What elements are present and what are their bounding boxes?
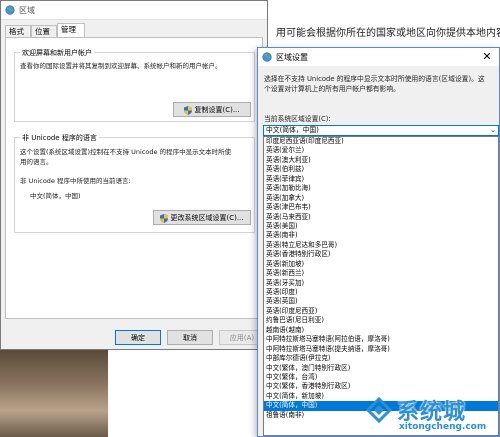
cancel-button[interactable]: 取消: [167, 330, 213, 345]
locale-list-item[interactable]: 越南语(越南): [264, 326, 498, 335]
system-locale-selected-value: 中文(简体，中国): [266, 126, 319, 134]
watermark-logo: [365, 396, 393, 424]
background-page-text: 用可能会根据你所在的国家或地区向你提供本地内容: [276, 28, 500, 39]
system-locale-dropdown[interactable]: 中文(简体，中国) ⌄: [263, 125, 499, 136]
copy-settings-label: 复制设置(C)...: [194, 106, 240, 114]
copy-settings-button[interactable]: 复制设置(C)...: [173, 102, 251, 117]
locale-list-item[interactable]: 英语(美国): [264, 222, 498, 231]
change-system-locale-label: 更改系统区域设置(C)...: [170, 214, 244, 222]
shield-icon: [184, 105, 193, 115]
shield-icon: [160, 213, 169, 223]
tab-administrative[interactable]: 管理: [57, 23, 85, 38]
region-window: 区域 格式 位置 管理 欢迎屏幕和新用户帐户 查看你的国际设置并将其复制到欢迎屏…: [0, 0, 268, 350]
region-settings-window: 区域设置 ✕ 选择在不支持 Unicode 的程序中显示文本时所使用的语言(区域…: [257, 47, 500, 437]
welcome-group: 欢迎屏幕和新用户帐户 查看你的国际设置并将其复制到欢迎屏幕、系统帐户和新的用户帐…: [14, 48, 255, 122]
settings-description-line1: 选择在不支持 Unicode 的程序中显示文本时所使用的语言(区域设置)。这: [264, 75, 485, 83]
administrative-panel: 欢迎屏幕和新用户帐户 查看你的国际设置并将其复制到欢迎屏幕、系统帐户和新的用户帐…: [5, 37, 263, 319]
locale-list-item[interactable]: 中部库尔德语(伊拉克): [264, 354, 498, 363]
unicode-group-text-line2: 用的语言。: [20, 158, 53, 166]
locale-list-item[interactable]: 约鲁巴语(尼日利亚): [264, 316, 498, 325]
chevron-down-icon: ⌄: [490, 126, 496, 134]
locale-list-item[interactable]: 英语(南非): [264, 231, 498, 240]
locale-list-item[interactable]: 英语(特立尼达和多巴哥): [264, 241, 498, 250]
unicode-group: 非 Unicode 程序的语言 这个设置(系统区域设置)控制在不支持 Unico…: [14, 133, 255, 233]
locale-list-item[interactable]: 英语(香港特别行政区): [264, 250, 498, 259]
region-titlebar[interactable]: 区域: [1, 1, 267, 20]
close-button[interactable]: ✕: [475, 48, 499, 66]
locale-list-item[interactable]: 英语(津巴布韦): [264, 203, 498, 212]
background-photo: [0, 350, 108, 437]
globe-icon: [262, 52, 272, 62]
settings-description-line2: 个设置对计算机上的所有用户帐户都有影响。: [264, 85, 400, 93]
locale-list-item[interactable]: 英语(新西兰): [264, 269, 498, 278]
unicode-group-text-line1: 这个设置(系统区域设置)控制在不支持 Unicode 的程序中显示文本时所使: [20, 148, 232, 156]
settings-titlebar[interactable]: 区域设置 ✕: [258, 48, 499, 66]
locale-list-item[interactable]: 英语(加勒比海): [264, 184, 498, 193]
locale-list-item[interactable]: 英语(牙买加): [264, 279, 498, 288]
locale-list-item[interactable]: 英语(伯利兹): [264, 165, 498, 174]
locale-list-item[interactable]: 英语(澳大利亚): [264, 156, 498, 165]
tab-location[interactable]: 位置: [31, 25, 57, 37]
welcome-group-title: 欢迎屏幕和新用户帐户: [20, 48, 94, 58]
locale-list-item[interactable]: 英语(印度): [264, 288, 498, 297]
unicode-group-title: 非 Unicode 程序的语言: [20, 133, 99, 143]
watermark-url: xitongcheng.com: [399, 422, 487, 432]
settings-description: 选择在不支持 Unicode 的程序中显示文本时所使用的语言(区域设置)。这 个…: [264, 74, 496, 94]
locale-list-item[interactable]: 中文(繁体，澳门特别行政区): [264, 364, 498, 373]
globe-icon: [5, 5, 15, 15]
welcome-group-text: 查看你的国际设置并将其复制到欢迎屏幕、系统帐户和新的用户帐户。: [20, 62, 222, 70]
locale-list-item[interactable]: 英语(英国): [264, 297, 498, 306]
change-system-locale-button[interactable]: 更改系统区域设置(C)...: [153, 210, 251, 225]
locale-list-item[interactable]: 英语(马来西亚): [264, 213, 498, 222]
current-language-label: 非 Unicode 程序中所使用的当前语言:: [20, 177, 131, 185]
watermark: 系统城 xitongcheng.com: [365, 394, 495, 434]
locale-list-item[interactable]: 英语(爱尔兰): [264, 146, 498, 155]
current-language-value: 中文(简体，中国): [30, 192, 81, 200]
locale-list-item[interactable]: 中阿特拉斯塔马塞特语(提夫纳语，摩洛哥): [264, 345, 498, 354]
tab-formats[interactable]: 格式: [5, 25, 31, 37]
locale-list-item[interactable]: 英语(新加坡): [264, 260, 498, 269]
locale-list-item[interactable]: 中阿特拉斯塔马塞特语(阿拉伯语，摩洛哥): [264, 335, 498, 344]
settings-window-title: 区域设置: [276, 53, 308, 62]
region-window-title: 区域: [19, 6, 35, 15]
close-icon: ✕: [482, 50, 492, 63]
locale-list-item[interactable]: 英语(加拿大): [264, 194, 498, 203]
locale-list[interactable]: 印度尼西亚语(印度尼西亚) 英语(爱尔兰) 英语(澳大利亚) 英语(伯利兹) 英语(菲律…: [263, 136, 499, 436]
locale-list-item[interactable]: 中文(繁体，香港特别行政区): [264, 382, 498, 391]
current-locale-label: 当前系统区域设置(C):: [264, 115, 331, 123]
ok-button[interactable]: 确定: [115, 330, 161, 345]
locale-list-item[interactable]: 英语(印度尼西亚): [264, 307, 498, 316]
locale-list-item[interactable]: 英语(菲律宾): [264, 175, 498, 184]
locale-list-item[interactable]: 中文(繁体，台湾): [264, 373, 498, 382]
